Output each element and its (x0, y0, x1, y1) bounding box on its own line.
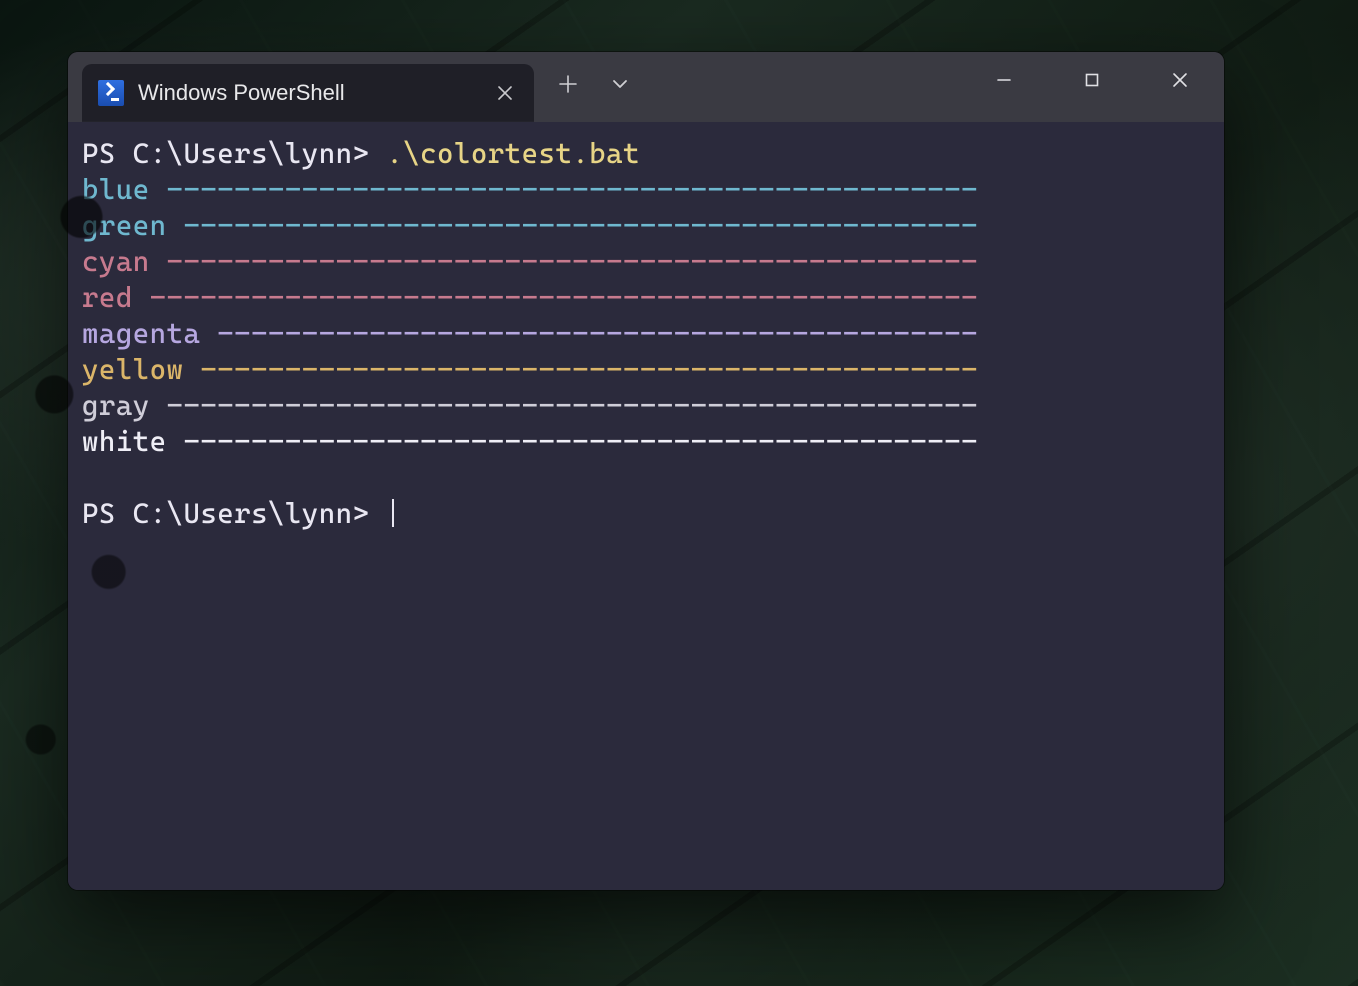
color-label: cyan (82, 245, 167, 278)
color-dashes: ----------------------------------------… (150, 281, 978, 314)
terminal-window: Windows PowerShell (68, 52, 1224, 890)
terminal-line: green ----------------------------------… (82, 208, 1210, 244)
tab-powershell[interactable]: Windows PowerShell (82, 64, 534, 122)
terminal-line: blue -----------------------------------… (82, 172, 1210, 208)
color-dashes: ----------------------------------------… (167, 389, 979, 422)
tab-strip: Windows PowerShell (68, 52, 534, 122)
powershell-icon (98, 80, 124, 106)
command: .\colortest.bat (386, 137, 640, 170)
tab-dropdown-button[interactable] (596, 62, 644, 106)
color-label: yellow (82, 353, 200, 386)
chevron-down-icon (611, 75, 629, 93)
tab-actions (534, 52, 648, 122)
terminal-line: magenta --------------------------------… (82, 316, 1210, 352)
terminal-line: PS C:\Users\lynn> (82, 496, 1210, 532)
terminal-line: cyan -----------------------------------… (82, 244, 1210, 280)
tab-title: Windows PowerShell (138, 80, 476, 106)
color-label: red (82, 281, 150, 314)
color-dashes: ----------------------------------------… (183, 425, 978, 458)
terminal-line: red ------------------------------------… (82, 280, 1210, 316)
plus-icon (559, 75, 577, 93)
titlebar[interactable]: Windows PowerShell (68, 52, 1224, 122)
minimize-icon (996, 72, 1012, 88)
new-tab-button[interactable] (544, 62, 592, 106)
color-dashes: ----------------------------------------… (167, 245, 979, 278)
terminal-line: white ----------------------------------… (82, 424, 1210, 460)
color-dashes: ----------------------------------------… (200, 353, 978, 386)
color-label: magenta (82, 317, 217, 350)
cursor (392, 499, 394, 527)
terminal-pane[interactable]: PS C:\Users\lynn> .\colortest.batblue --… (68, 122, 1224, 890)
terminal-line (82, 460, 1210, 496)
color-label: blue (82, 173, 167, 206)
maximize-button[interactable] (1048, 52, 1136, 108)
color-dashes: ----------------------------------------… (217, 317, 978, 350)
maximize-icon (1085, 73, 1099, 87)
color-label: green (82, 209, 183, 242)
terminal-line: gray -----------------------------------… (82, 388, 1210, 424)
tab-close-button[interactable] (490, 78, 520, 108)
prompt: PS C:\Users\lynn> (82, 137, 386, 170)
color-label: gray (82, 389, 167, 422)
window-close-button[interactable] (1136, 52, 1224, 108)
blank (82, 461, 99, 494)
terminal-line: yellow ---------------------------------… (82, 352, 1210, 388)
color-dashes: ----------------------------------------… (183, 209, 978, 242)
color-label: white (82, 425, 183, 458)
window-controls (960, 52, 1224, 122)
close-icon (498, 86, 512, 100)
prompt: PS C:\Users\lynn> (82, 497, 386, 530)
terminal-line: PS C:\Users\lynn> .\colortest.bat (82, 136, 1210, 172)
minimize-button[interactable] (960, 52, 1048, 108)
close-icon (1172, 72, 1188, 88)
color-dashes: ----------------------------------------… (167, 173, 979, 206)
